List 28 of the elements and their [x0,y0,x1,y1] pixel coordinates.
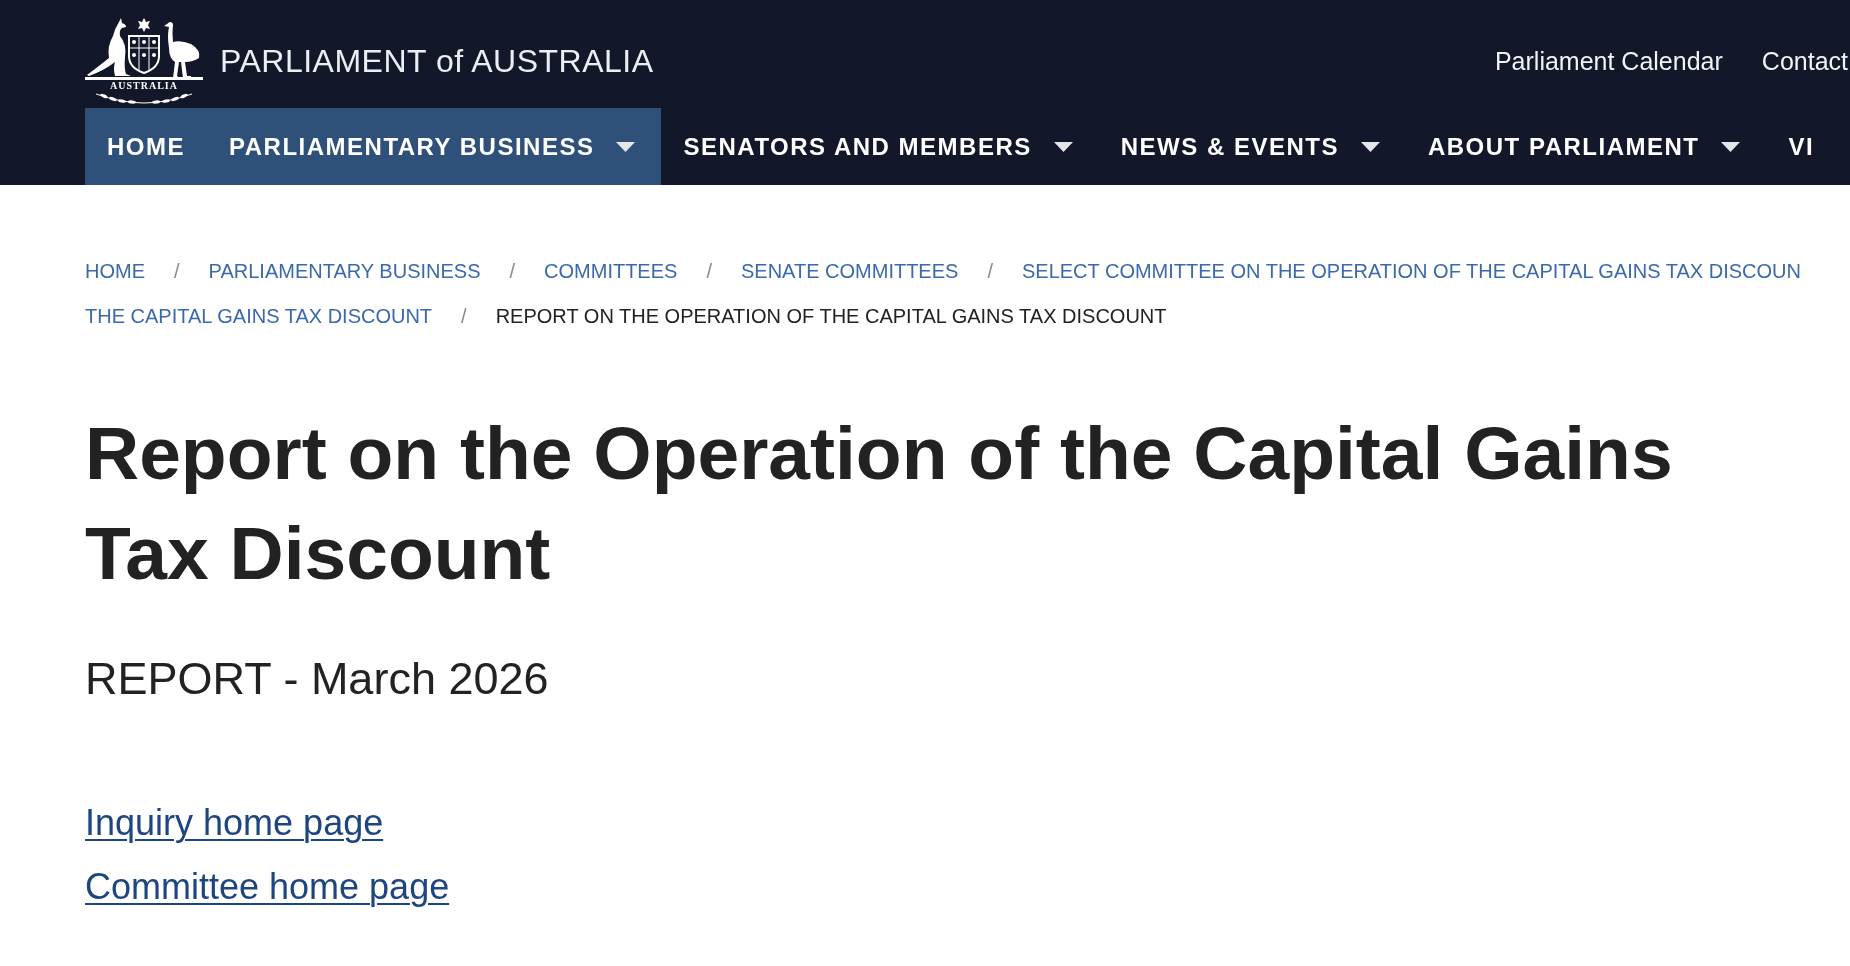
breadcrumb-separator: / [461,304,467,329]
nav-menu-item[interactable]: HOME [85,108,207,185]
nav-menu-item[interactable]: SENATORS AND MEMBERS [661,108,1099,185]
breadcrumb-separator: / [987,259,993,284]
breadcrumb-separator: / [174,259,180,284]
site-title[interactable]: PARLIAMENT of AUSTRALIA [220,42,654,80]
breadcrumb-link[interactable]: PARLIAMENTARY BUSINESS [208,249,481,294]
breadcrumb-link[interactable]: THE CAPITAL GAINS TAX DISCOUNT [85,294,433,339]
breadcrumb-link[interactable]: SENATE COMMITTEES [740,249,959,294]
breadcrumb-link[interactable]: SELECT COMMITTEE ON THE OPERATION OF THE CAPITAL GAINS TAX DISCOUN [1021,249,1801,294]
nav-menu-item[interactable]: NEWS & EVENTS [1098,108,1406,185]
page-title: Report on the Operation of the Capital Gains Tax Discount [85,410,1674,597]
breadcrumb-separator: / [706,259,712,284]
top-link[interactable]: Parliament Calendar [1494,46,1723,76]
wreath-icon [94,92,194,104]
breadcrumb-separator: / [509,259,516,284]
breadcrumb-link[interactable]: HOME [85,249,145,294]
page-link[interactable]: Inquiry home page [85,802,384,843]
page-link[interactable]: Committee home page [85,866,450,907]
crest-motto-text: AUSTRALIA [110,80,178,92]
nav-menu-item[interactable]: VI [1766,108,1837,185]
breadcrumb-link[interactable]: COMMITTEES [544,249,678,294]
page-subtitle: REPORT - March 2026 [85,652,550,706]
breadcrumb-current: REPORT ON THE OPERATION OF THE CAPITAL GAINS TAX DISCOUNT [495,304,1167,329]
nav-menu-item[interactable]: ABOUT PARLIAMENT [1405,108,1767,185]
nav-menu-item[interactable]: PARLIAMENTARY BUSINESS [207,108,662,185]
coat-of-arms-icon [85,18,203,80]
top-link[interactable]: Contact [1761,46,1848,76]
